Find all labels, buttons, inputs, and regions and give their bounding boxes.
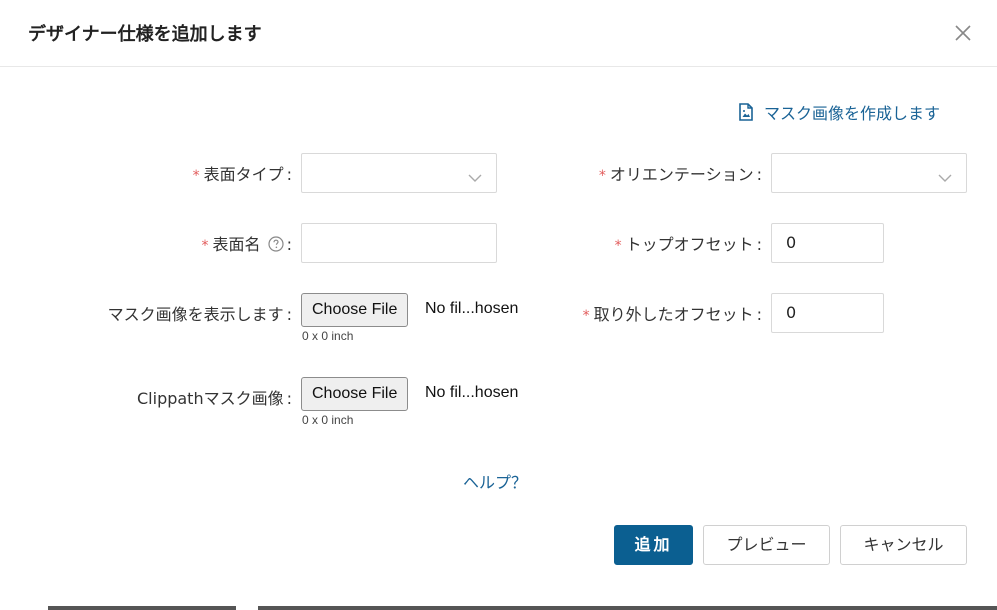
surface-name-text: 表面名 (212, 235, 261, 254)
colon: : (756, 235, 762, 254)
colon: : (756, 305, 762, 324)
display-mask-text: マスク画像を表示します (107, 305, 284, 324)
question-circle-icon[interactable] (268, 236, 284, 252)
display-mask-label: マスク画像を表示します: (108, 301, 292, 325)
required-marker: * (614, 238, 622, 254)
display-mask-size: 0 x 0 inch (302, 329, 354, 343)
bottom-edge (0, 606, 997, 610)
image-file-icon (739, 103, 753, 121)
clippath-mask-label: Clippathマスク画像: (137, 385, 292, 409)
close-icon[interactable] (952, 22, 974, 44)
surface-type-text: 表面タイプ (203, 165, 284, 184)
bottom-edge-gap (236, 606, 258, 610)
display-mask-choose-file-button[interactable]: Choose File (301, 293, 409, 327)
surface-name-input[interactable] (301, 223, 497, 263)
dialog-header: デザイナー仕様を追加します (0, 0, 997, 67)
bottom-edge-gap (0, 606, 48, 610)
display-mask-file-name: No fil...hosen (425, 300, 519, 317)
top-offset-text: トップオフセット (625, 235, 754, 254)
colon: : (756, 165, 762, 184)
removed-offset-label: * 取り外したオフセット: (583, 301, 762, 325)
surface-name-label: * 表面名 : (202, 231, 293, 255)
required-marker: * (598, 168, 606, 184)
colon: : (286, 235, 292, 254)
orientation-label: * オリエンテーション: (599, 161, 762, 185)
create-mask-image-link[interactable]: マスク画像を作成します (738, 100, 940, 124)
chevron-down-icon (938, 168, 952, 187)
clippath-mask-text: Clippathマスク画像 (137, 389, 284, 408)
clippath-mask-file-name: No fil...hosen (425, 384, 519, 401)
add-button[interactable]: 追加 (614, 525, 693, 565)
clippath-mask-choose-file-button[interactable]: Choose File (301, 377, 409, 411)
surface-type-label: * 表面タイプ: (193, 161, 292, 185)
cancel-button[interactable]: キャンセル (840, 525, 967, 565)
colon: : (286, 305, 292, 324)
required-marker: * (582, 308, 590, 324)
chevron-down-icon (468, 168, 482, 187)
clippath-mask-size: 0 x 0 inch (302, 413, 354, 427)
top-offset-label: * トップオフセット: (615, 231, 762, 255)
preview-button[interactable]: プレビュー (703, 525, 830, 565)
removed-offset-text: 取り外したオフセット (593, 305, 754, 324)
required-marker: * (192, 168, 200, 184)
orientation-text: オリエンテーション (609, 165, 754, 184)
add-designer-spec-dialog: デザイナー仕様を追加します マスク画像を作成します * 表面タイプ: * オリエンテ… (0, 0, 997, 610)
surface-type-select[interactable] (301, 153, 497, 193)
create-mask-image-label: マスク画像を作成します (764, 104, 941, 123)
orientation-select[interactable] (771, 153, 967, 193)
removed-offset-input[interactable]: 0 (771, 293, 884, 333)
top-offset-input[interactable]: 0 (771, 223, 884, 263)
required-marker: * (201, 238, 209, 254)
help-link[interactable]: ヘルプ？ (463, 469, 527, 493)
dialog-title: デザイナー仕様を追加します (28, 24, 262, 45)
colon: : (286, 165, 292, 184)
colon: : (286, 389, 292, 408)
